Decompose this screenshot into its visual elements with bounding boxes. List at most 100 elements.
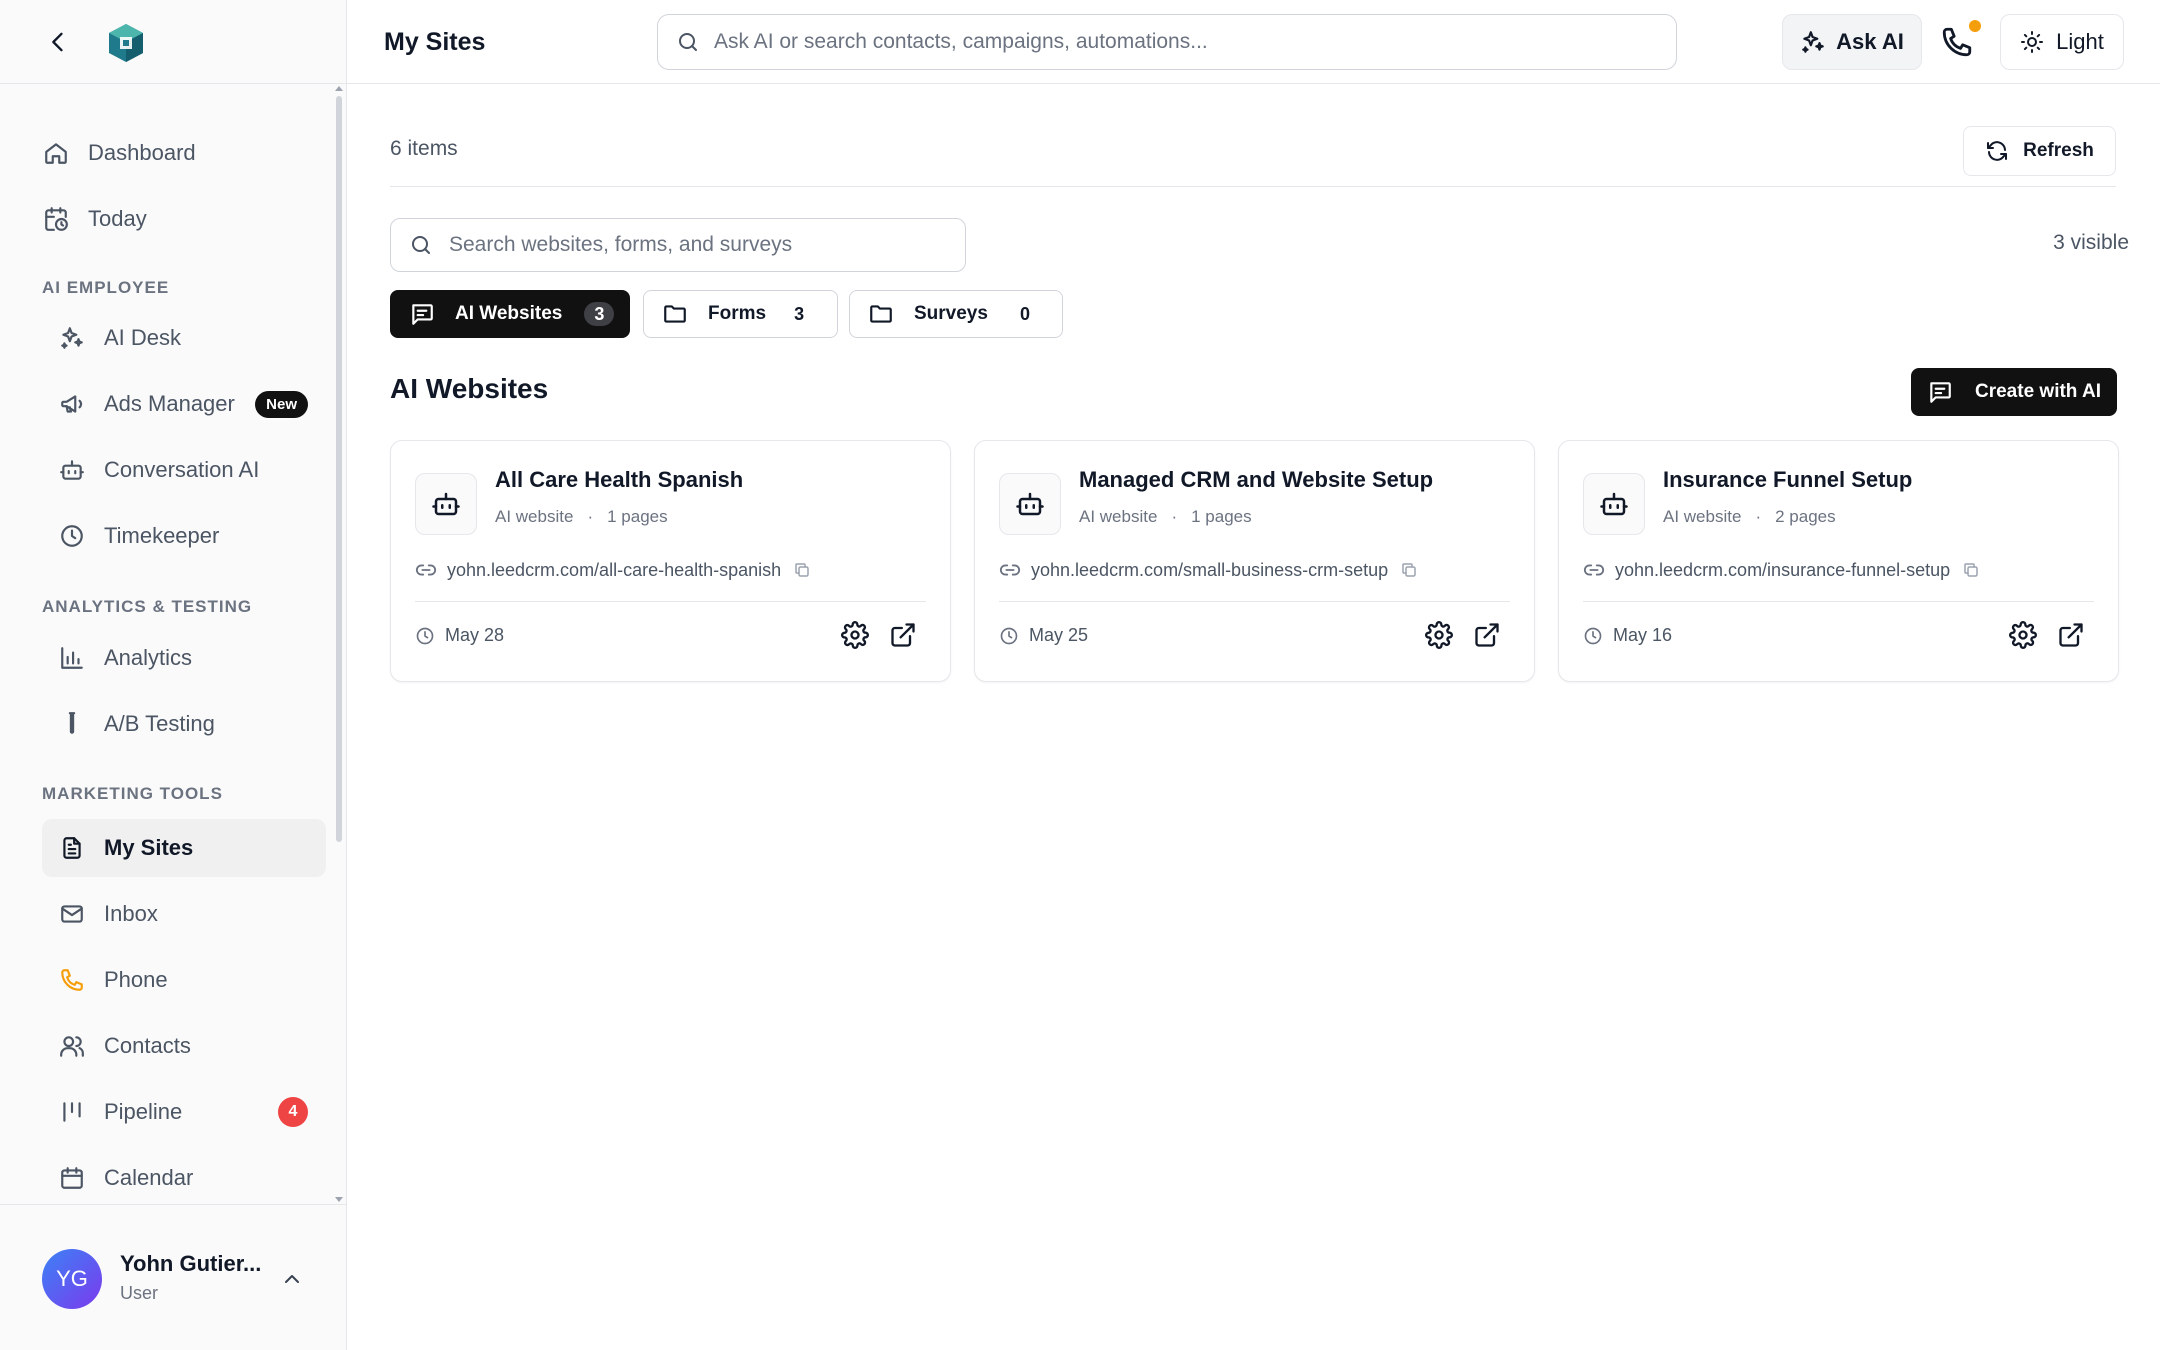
sites-search[interactable]: [390, 218, 966, 272]
sidebar-item-timekeeper[interactable]: Timekeeper: [42, 507, 326, 565]
chevron-left-icon[interactable]: [44, 28, 72, 56]
scroll-up-icon[interactable]: [335, 86, 343, 91]
tab-ai-websites[interactable]: AI Websites 3: [390, 290, 630, 338]
sidebar-item-my-sites[interactable]: My Sites: [42, 819, 326, 877]
logo-icon[interactable]: [106, 22, 146, 64]
gear-icon[interactable]: [841, 621, 869, 649]
sidebar-item-contacts[interactable]: Contacts: [42, 1017, 326, 1075]
sidebar-item-label: AI Desk: [104, 325, 182, 350]
section-heading-marketing-tools: MARKETING TOOLS: [42, 784, 223, 803]
site-card[interactable]: All Care Health Spanish AI website · 1 p…: [390, 440, 951, 682]
tab-label: Forms: [708, 303, 767, 324]
site-url-text[interactable]: yohn.leedcrm.com/small-business-crm-setu…: [1031, 560, 1388, 581]
global-search[interactable]: [657, 14, 1677, 70]
meta-separator: ·: [1171, 507, 1178, 526]
sidebar-item-dashboard[interactable]: Dashboard: [42, 124, 326, 182]
site-meta: AI website · 2 pages: [1663, 507, 1836, 527]
user-menu[interactable]: YG Yohn Gutier... User: [0, 1204, 347, 1350]
sidebar-item-analytics[interactable]: Analytics: [42, 629, 326, 687]
bot-icon: [1583, 473, 1645, 535]
site-type: AI website: [1663, 507, 1742, 526]
scrollbar-thumb[interactable]: [336, 96, 342, 842]
sparkles-icon: [1800, 29, 1826, 55]
meta-separator: ·: [1755, 507, 1762, 526]
bot-icon: [999, 473, 1061, 535]
sidebar-item-ai-desk[interactable]: AI Desk: [42, 309, 326, 367]
bot-icon: [415, 473, 477, 535]
gear-icon[interactable]: [2009, 621, 2037, 649]
create-with-ai-button[interactable]: Create with AI: [1911, 368, 2117, 416]
site-date: May 16: [1583, 625, 1672, 646]
tab-surveys[interactable]: Surveys 0: [849, 290, 1063, 338]
sidebar-scrollbar[interactable]: [334, 84, 344, 1204]
site-type: AI website: [495, 507, 574, 526]
site-type: AI website: [1079, 507, 1158, 526]
clock-icon: [1583, 626, 1603, 646]
external-link-icon[interactable]: [2057, 621, 2085, 649]
sidebar-item-label: Analytics: [104, 645, 193, 670]
scroll-down-icon[interactable]: [335, 1197, 343, 1202]
chevron-up-icon[interactable]: [280, 1267, 304, 1291]
site-url: yohn.leedcrm.com/insurance-funnel-setup: [1583, 559, 1980, 581]
sidebar-item-pipeline[interactable]: Pipeline 4: [42, 1083, 326, 1141]
calendar-clock-icon: [42, 205, 70, 233]
site-title[interactable]: Managed CRM and Website Setup: [1079, 467, 1433, 493]
sidebar-item-label: Pipeline: [104, 1099, 183, 1124]
card-divider: [999, 601, 1510, 602]
theme-label: Light: [2056, 29, 2104, 54]
site-date: May 28: [415, 625, 504, 646]
site-title[interactable]: All Care Health Spanish: [495, 467, 743, 493]
site-url-text[interactable]: yohn.leedcrm.com/insurance-funnel-setup: [1615, 560, 1950, 581]
main-content: 6 items Refresh 3 visible AI Websites 3 …: [347, 84, 2160, 1350]
sidebar-item-inbox[interactable]: Inbox: [42, 885, 326, 943]
phone-icon: [58, 966, 86, 994]
site-card[interactable]: Insurance Funnel Setup AI website · 2 pa…: [1558, 440, 2119, 682]
clock-icon: [999, 626, 1019, 646]
copy-icon[interactable]: [793, 561, 811, 579]
new-badge: New: [255, 390, 308, 418]
sidebar-item-label: Conversation AI: [104, 457, 260, 482]
site-date-text: May 28: [445, 625, 505, 645]
refresh-button[interactable]: Refresh: [1963, 126, 2116, 176]
sidebar-item-label: A/B Testing: [104, 711, 215, 736]
ask-ai-button[interactable]: Ask AI: [1782, 14, 1922, 70]
sidebar-item-label: Ads Manager: [104, 391, 235, 416]
sidebar-item-calendar[interactable]: Calendar: [42, 1149, 326, 1204]
pipeline-count-badge: 4: [278, 1097, 308, 1127]
external-link-icon[interactable]: [1473, 621, 1501, 649]
avatar[interactable]: YG: [42, 1249, 102, 1309]
copy-icon[interactable]: [1400, 561, 1418, 579]
sidebar-item-label: Contacts: [104, 1033, 191, 1058]
page-title: My Sites: [384, 28, 486, 56]
message-square-icon: [409, 301, 435, 327]
clock-icon: [58, 522, 86, 550]
sidebar-nav: Dashboard Today AI EMPLOYEE AI Desk Ads …: [0, 84, 332, 1204]
clock-icon: [415, 626, 435, 646]
mail-icon: [58, 900, 86, 928]
site-card[interactable]: Managed CRM and Website Setup AI website…: [974, 440, 1535, 682]
sun-icon: [2020, 30, 2044, 54]
theme-toggle-button[interactable]: Light: [2000, 14, 2124, 70]
sites-search-input[interactable]: [449, 233, 949, 257]
file-text-icon: [58, 834, 86, 862]
global-search-input[interactable]: [714, 30, 1614, 54]
tab-label: AI Websites: [455, 303, 563, 324]
top-bar: My Sites Ask AI Light: [347, 0, 2160, 84]
tab-forms[interactable]: Forms 3: [643, 290, 838, 338]
sidebar-item-phone[interactable]: Phone: [42, 951, 326, 1009]
message-square-icon: [1927, 379, 1953, 405]
sidebar-item-today[interactable]: Today: [42, 190, 326, 248]
sidebar-item-conversation-ai[interactable]: Conversation AI: [42, 441, 326, 499]
external-link-icon[interactable]: [889, 621, 917, 649]
link-icon: [1583, 559, 1605, 581]
site-title[interactable]: Insurance Funnel Setup: [1663, 467, 1912, 493]
site-url: yohn.leedcrm.com/small-business-crm-setu…: [999, 559, 1418, 581]
gear-icon[interactable]: [1425, 621, 1453, 649]
sidebar-item-label: My Sites: [104, 835, 194, 860]
divider: [390, 186, 2116, 187]
copy-icon[interactable]: [1962, 561, 1980, 579]
site-date: May 25: [999, 625, 1088, 646]
sidebar-item-ads-manager[interactable]: Ads Manager New: [42, 375, 326, 433]
sidebar-item-ab-testing[interactable]: A/B Testing: [42, 695, 326, 753]
site-url-text[interactable]: yohn.leedcrm.com/all-care-health-spanish: [447, 560, 781, 581]
